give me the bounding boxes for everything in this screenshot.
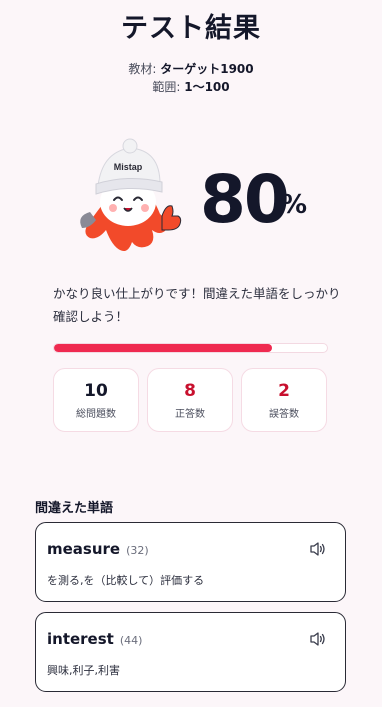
page-title: テスト結果: [121, 13, 261, 44]
word-head: interest (44): [47, 630, 142, 648]
test-meta: 教材: ターゲット1900 範囲: 1〜100: [0, 60, 382, 96]
stat-wrong-value: 2: [278, 381, 290, 401]
word-card-interest[interactable]: interest (44) 興味,利子,利害: [35, 612, 346, 692]
word-count: (44): [119, 634, 143, 647]
range-value: 1〜100: [184, 80, 230, 94]
stat-total: 10 総問題数: [53, 368, 139, 432]
speaker-icon[interactable]: [309, 631, 327, 647]
range-line: 範囲: 1〜100: [0, 78, 382, 96]
word-text: interest: [47, 630, 114, 648]
score-unit: %: [281, 190, 308, 220]
stat-correct-value: 8: [184, 381, 196, 401]
range-label: 範囲:: [152, 80, 181, 94]
word-count: (32): [126, 544, 149, 557]
stat-wrong-label: 誤答数: [269, 409, 299, 420]
speaker-icon[interactable]: [309, 541, 327, 557]
material-label: 教材:: [128, 62, 157, 76]
mascot-illustration: Mistap: [80, 138, 182, 251]
stat-correct: 8 正答数: [147, 368, 233, 432]
stat-total-label: 総問題数: [76, 409, 116, 420]
score-progress-fill: [54, 344, 273, 352]
word-meaning: 興味,利子,利害: [47, 664, 120, 677]
result-message: かなり良い仕上がりです！間違えた単語をしっかり確認しよう！: [53, 286, 341, 324]
score-value: 80: [200, 161, 290, 238]
word-head: measure (32): [47, 540, 149, 558]
word-text: measure: [47, 540, 121, 558]
score-progress-bar: [53, 343, 328, 353]
mistakes-title: 間違えた単語: [35, 501, 114, 516]
material-value: ターゲット1900: [160, 62, 254, 76]
word-card-measure[interactable]: measure (32) を測る,を（比較して）評価する: [35, 522, 346, 602]
stat-correct-label: 正答数: [175, 409, 205, 420]
stat-wrong: 2 誤答数: [241, 368, 327, 432]
mascot-brand-label: Mistap: [114, 162, 143, 172]
word-meaning: を測る,を（比較して）評価する: [47, 574, 205, 587]
stat-total-value: 10: [84, 381, 108, 401]
material-line: 教材: ターゲット1900: [0, 60, 382, 78]
